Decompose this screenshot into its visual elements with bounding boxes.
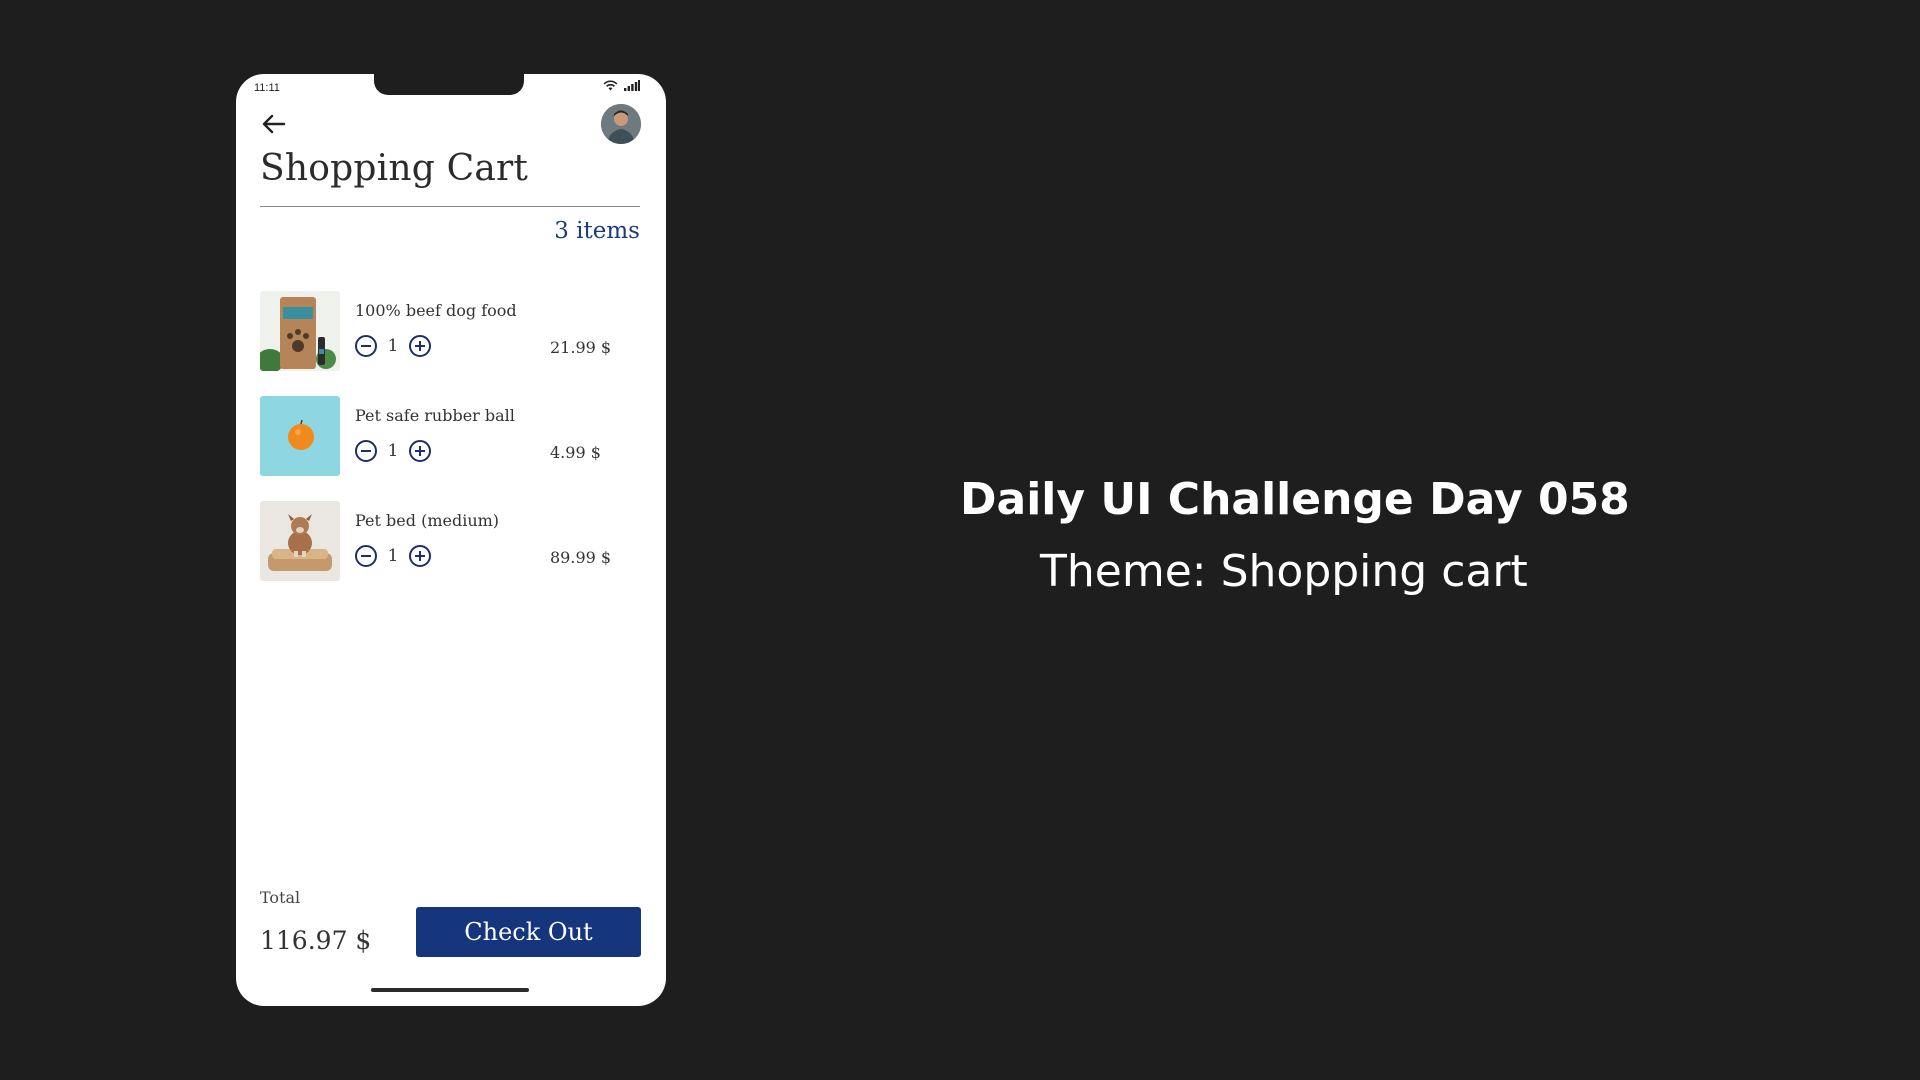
phone-notch — [374, 74, 524, 95]
arrow-left-icon — [262, 114, 286, 134]
dog-on-bed-image — [260, 501, 340, 581]
total-value: 116.97 $ — [260, 926, 372, 955]
wifi-icon — [603, 80, 618, 91]
home-indicator[interactable] — [371, 988, 529, 992]
item-price: 89.99 $ — [550, 548, 612, 567]
quantity-value: 1 — [387, 546, 399, 566]
increase-quantity-button[interactable] — [409, 440, 431, 462]
status-icons — [603, 80, 640, 91]
minus-circle-icon — [361, 555, 371, 557]
orange-ball-image — [260, 396, 340, 476]
status-time: 11:11 — [254, 82, 280, 94]
items-count: 3 items — [554, 218, 640, 244]
canvas: 11:11 Shopping Cart 3 items 100% beef do… — [0, 0, 1920, 1080]
minus-circle-icon — [361, 450, 371, 452]
increase-quantity-button[interactable] — [409, 335, 431, 357]
item-name: Pet bed (medium) — [355, 511, 500, 530]
caption-subtitle: Theme: Shopping cart — [1040, 546, 1528, 597]
minus-circle-icon — [361, 345, 371, 347]
decrease-quantity-button[interactable] — [355, 545, 377, 567]
phone-frame: 11:11 Shopping Cart 3 items 100% beef do… — [236, 74, 666, 1006]
quantity-stepper: 1 — [355, 440, 431, 462]
quantity-stepper: 1 — [355, 335, 431, 357]
quantity-stepper: 1 — [355, 545, 431, 567]
item-price: 21.99 $ — [550, 338, 612, 357]
item-price: 4.99 $ — [550, 443, 601, 462]
decrease-quantity-button[interactable] — [355, 335, 377, 357]
cellular-signal-icon — [624, 80, 640, 91]
item-name: Pet safe rubber ball — [355, 406, 515, 425]
quantity-value: 1 — [387, 336, 399, 356]
avatar-image — [601, 104, 641, 144]
caption-title: Daily UI Challenge Day 058 — [960, 474, 1630, 525]
cart-item: Pet safe rubber ball 1 4.99 $ — [260, 396, 640, 476]
dog-food-bag-image — [260, 291, 340, 371]
checkout-button[interactable]: Check Out — [416, 907, 641, 957]
user-avatar[interactable] — [601, 104, 641, 144]
decrease-quantity-button[interactable] — [355, 440, 377, 462]
item-name: 100% beef dog food — [355, 301, 517, 320]
cart-item: Pet bed (medium) 1 89.99 $ — [260, 501, 640, 581]
increase-quantity-button[interactable] — [409, 545, 431, 567]
back-button[interactable] — [260, 110, 288, 138]
total-label: Total — [260, 888, 301, 907]
title-divider — [260, 206, 640, 207]
cart-item: 100% beef dog food 1 21.99 $ — [260, 291, 640, 371]
page-title: Shopping Cart — [260, 148, 529, 189]
quantity-value: 1 — [387, 441, 399, 461]
